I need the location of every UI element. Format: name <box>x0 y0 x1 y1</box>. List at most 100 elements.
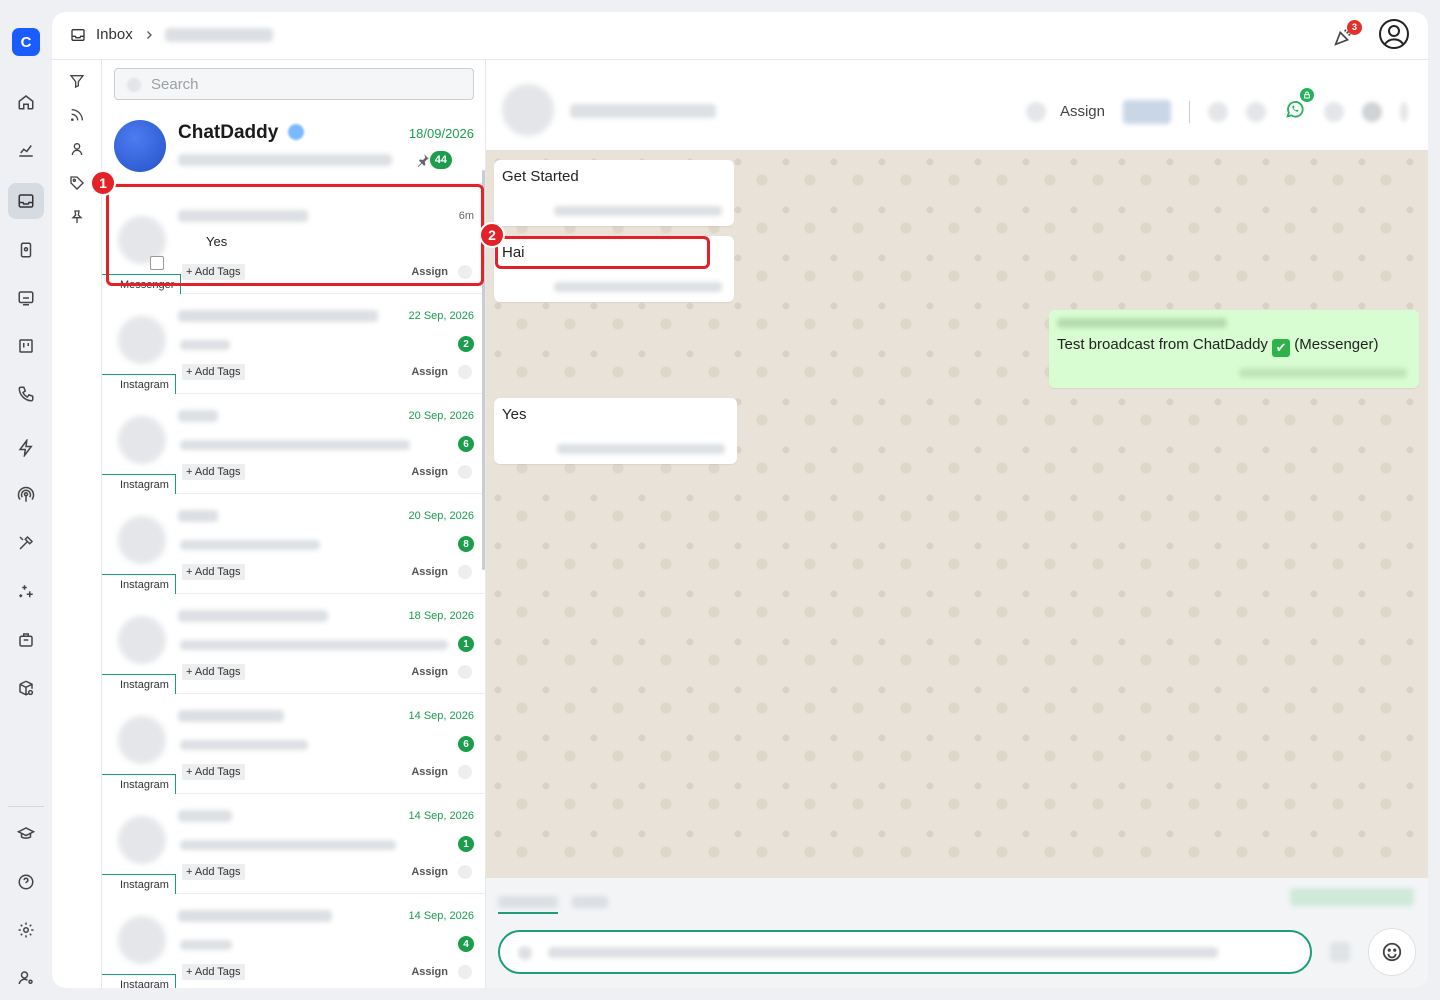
notifications-button[interactable]: 3 <box>1332 19 1362 48</box>
home-icon[interactable] <box>8 84 44 120</box>
message-input[interactable] <box>498 930 1312 974</box>
add-tags-button[interactable]: + Add Tags <box>182 364 245 380</box>
last-message-redacted <box>180 440 410 450</box>
phone-icon[interactable] <box>8 376 44 412</box>
settings-icon[interactable] <box>8 912 44 948</box>
analytics-icon[interactable] <box>8 132 44 168</box>
message-meta-redacted <box>1239 368 1407 378</box>
bolt-icon[interactable] <box>8 430 44 466</box>
assign-button[interactable]: Assign <box>411 466 448 478</box>
verified-badge-icon <box>288 124 304 140</box>
chat-list-item[interactable]: 18 Sep, 2026 1 + Add Tags Assign Instagr… <box>102 594 486 694</box>
channel-label: Instagram <box>102 774 176 794</box>
filter-icon[interactable] <box>66 70 88 92</box>
chat-list-item[interactable]: 14 Sep, 2026 1 + Add Tags Assign Instagr… <box>102 794 486 894</box>
whatsapp-channel-button[interactable] <box>1284 88 1314 125</box>
podcast-icon[interactable] <box>8 477 44 513</box>
check-mark-emoji-icon: ✔ <box>1272 339 1291 357</box>
tools-icon[interactable] <box>8 525 44 561</box>
input-placeholder-redacted <box>548 947 1218 958</box>
contact-avatar <box>118 516 166 564</box>
composer-channel-selector-redacted[interactable] <box>1290 888 1414 906</box>
contact-name-redacted <box>178 610 328 622</box>
briefcase-icon[interactable] <box>8 622 44 658</box>
chat-list-item[interactable]: 14 Sep, 2026 6 + Add Tags Assign Instagr… <box>102 694 486 794</box>
channel-label: Instagram <box>102 374 176 394</box>
pin-icon[interactable] <box>66 206 88 228</box>
main-panel: Inbox 3 Search ChatDaddy 18/09/2026 44 6… <box>52 12 1428 988</box>
assign-button[interactable]: Assign <box>411 766 448 778</box>
help-icon[interactable] <box>8 864 44 900</box>
contact-avatar <box>118 916 166 964</box>
emoji-button[interactable] <box>1368 928 1416 976</box>
attachment-icon[interactable] <box>1330 942 1350 962</box>
message-bubble-incoming[interactable]: Get Started <box>494 160 734 226</box>
inbox-icon[interactable] <box>8 183 44 219</box>
pinned-chat-name: ChatDaddy <box>178 122 279 143</box>
sparkle-icon[interactable] <box>8 574 44 610</box>
tag-icon[interactable] <box>66 172 88 194</box>
rss-icon[interactable] <box>66 104 88 126</box>
add-tags-button[interactable]: + Add Tags <box>182 664 245 680</box>
search-icon[interactable] <box>1324 101 1344 122</box>
contact-name-redacted <box>178 710 284 722</box>
add-tags-button[interactable]: + Add Tags <box>182 464 245 480</box>
pinned-chat-item[interactable]: ChatDaddy 18/09/2026 44 <box>102 110 486 184</box>
assign-avatar-icon <box>458 965 472 979</box>
contacts-card-icon[interactable] <box>8 232 44 268</box>
last-message-redacted <box>180 540 320 550</box>
academy-icon[interactable] <box>8 816 44 852</box>
chat-message-area: Get Started Hai Test broadcast from Chat… <box>479 150 1428 878</box>
chat-list-item[interactable]: 20 Sep, 2026 8 + Add Tags Assign Instagr… <box>102 494 486 594</box>
assign-button[interactable]: Assign <box>411 866 448 878</box>
profile-avatar-button[interactable] <box>1378 18 1410 55</box>
chat-list-item[interactable]: 22 Sep, 2026 2 + Add Tags Assign Instagr… <box>102 294 486 394</box>
add-tags-button[interactable]: + Add Tags <box>182 964 245 980</box>
message-bubble-incoming[interactable]: Yes <box>494 398 737 464</box>
highlight-box-1 <box>106 184 484 286</box>
last-message-date: 18 Sep, 2026 <box>408 610 474 622</box>
search-input[interactable]: Search <box>114 68 474 100</box>
message-text: Get Started <box>502 168 579 185</box>
channel-label: Instagram <box>102 674 176 694</box>
chatdaddy-logo[interactable]: C <box>12 28 40 56</box>
message-meta-redacted <box>554 282 722 292</box>
top-right-actions: 3 <box>1332 18 1410 55</box>
chat-list-item[interactable]: 20 Sep, 2026 6 + Add Tags Assign Instagr… <box>102 394 486 494</box>
more-options-icon[interactable] <box>1400 101 1408 122</box>
conversation-header: Assign <box>486 60 1428 150</box>
chat-list-item[interactable]: 14 Sep, 2026 4 + Add Tags Assign Instagr… <box>102 894 486 988</box>
message-meta-redacted <box>557 444 725 454</box>
pinned-chat-preview-redacted <box>178 154 392 166</box>
add-tags-button[interactable]: + Add Tags <box>182 764 245 780</box>
message-bubble-outgoing[interactable]: Test broadcast from ChatDaddy ✔ (Messeng… <box>1049 310 1419 388</box>
add-tags-button[interactable]: + Add Tags <box>182 864 245 880</box>
breadcrumb-contact-redacted <box>164 27 273 42</box>
breadcrumb-inbox[interactable]: Inbox <box>96 26 133 43</box>
chat-list: Search ChatDaddy 18/09/2026 44 6m Yes + … <box>90 60 486 988</box>
contact-name-redacted <box>570 104 716 118</box>
status-toggle-redacted[interactable] <box>1123 99 1171 124</box>
header-action-icon[interactable] <box>1208 101 1228 122</box>
user-settings-icon[interactable] <box>8 960 44 996</box>
assign-button[interactable]: Assign <box>411 666 448 678</box>
package-settings-icon[interactable] <box>8 670 44 706</box>
highlight-box-2 <box>495 236 710 269</box>
tab-notes[interactable] <box>572 888 608 914</box>
assign-button[interactable]: Assign <box>1060 103 1105 120</box>
broadcast-screen-icon[interactable] <box>8 280 44 316</box>
header-action-icon[interactable] <box>1362 101 1382 122</box>
assign-button[interactable]: Assign <box>411 566 448 578</box>
last-message-date: 22 Sep, 2026 <box>408 310 474 322</box>
assign-avatar-icon <box>458 865 472 879</box>
contact-avatar <box>118 716 166 764</box>
person-icon[interactable] <box>66 138 88 160</box>
inbox-icon <box>71 28 85 41</box>
add-tags-button[interactable]: + Add Tags <box>182 564 245 580</box>
assign-button[interactable]: Assign <box>411 966 448 978</box>
last-message-redacted <box>180 640 448 650</box>
kanban-icon[interactable] <box>8 328 44 364</box>
header-action-icon[interactable] <box>1246 101 1266 122</box>
tab-message[interactable] <box>498 888 558 914</box>
assign-button[interactable]: Assign <box>411 366 448 378</box>
